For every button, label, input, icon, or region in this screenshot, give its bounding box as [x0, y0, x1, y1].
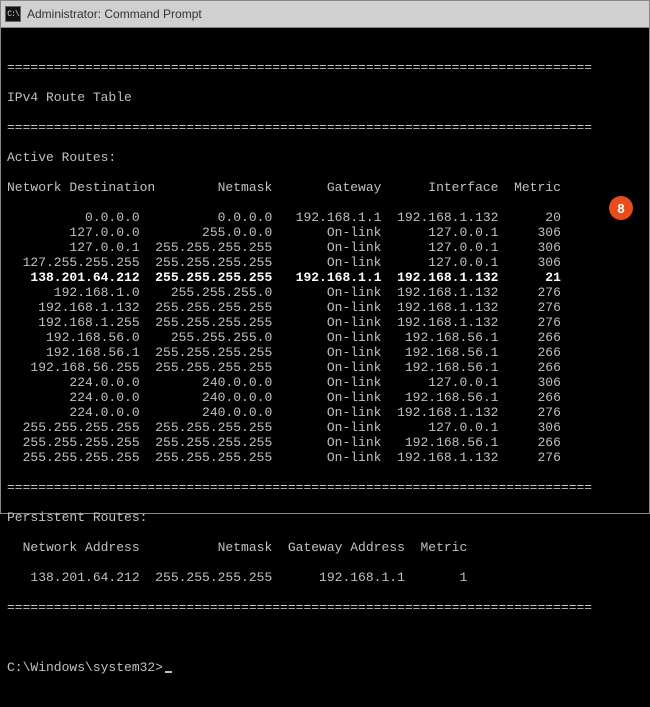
table-row: 192.168.1.132 255.255.255.255 On-link 19…: [7, 300, 643, 315]
table-row: 192.168.56.0 255.255.255.0 On-link 192.1…: [7, 330, 643, 345]
table-row: 127.0.0.0 255.0.0.0 On-link 127.0.0.1 30…: [7, 225, 643, 240]
table-header-row: Network Address Netmask Gateway Address …: [7, 540, 643, 555]
table-row: 224.0.0.0 240.0.0.0 On-link 192.168.1.13…: [7, 405, 643, 420]
table-row: 192.168.56.255 255.255.255.255 On-link 1…: [7, 360, 643, 375]
table-row: 138.201.64.212 255.255.255.255 192.168.1…: [7, 570, 643, 585]
table-row: 0.0.0.0 0.0.0.0 192.168.1.1 192.168.1.13…: [7, 210, 643, 225]
cursor: [165, 671, 172, 673]
table-row: 255.255.255.255 255.255.255.255 On-link …: [7, 450, 643, 465]
table-row: 255.255.255.255 255.255.255.255 On-link …: [7, 420, 643, 435]
divider-line: ========================================…: [7, 600, 643, 615]
window-titlebar[interactable]: C:\ Administrator: Command Prompt: [1, 1, 649, 28]
divider-line: ========================================…: [7, 120, 643, 135]
table-row: 224.0.0.0 240.0.0.0 On-link 192.168.56.1…: [7, 390, 643, 405]
table-row: 192.168.1.0 255.255.255.0 On-link 192.16…: [7, 285, 643, 300]
annotation-badge: 8: [609, 196, 633, 220]
section-title: IPv4 Route Table: [7, 90, 643, 105]
table-row: 224.0.0.0 240.0.0.0 On-link 127.0.0.1 30…: [7, 375, 643, 390]
table-row: 192.168.56.1 255.255.255.255 On-link 192…: [7, 345, 643, 360]
table-row: 127.255.255.255 255.255.255.255 On-link …: [7, 255, 643, 270]
prompt-line[interactable]: C:\Windows\system32>: [7, 660, 643, 675]
blank-line: [7, 630, 643, 645]
terminal-output[interactable]: ========================================…: [1, 28, 649, 707]
table-row: 138.201.64.212 255.255.255.255 192.168.1…: [7, 270, 643, 285]
active-routes-label: Active Routes:: [7, 150, 643, 165]
cmd-icon: C:\: [5, 6, 21, 22]
table-row: 127.0.0.1 255.255.255.255 On-link 127.0.…: [7, 240, 643, 255]
table-row: 192.168.1.255 255.255.255.255 On-link 19…: [7, 315, 643, 330]
window-title: Administrator: Command Prompt: [27, 7, 202, 21]
table-row: 255.255.255.255 255.255.255.255 On-link …: [7, 435, 643, 450]
persistent-routes-label: Persistent Routes:: [7, 510, 643, 525]
divider-line: ========================================…: [7, 60, 643, 75]
divider-line: ========================================…: [7, 480, 643, 495]
table-header-row: Network Destination Netmask Gateway Inte…: [7, 180, 643, 195]
